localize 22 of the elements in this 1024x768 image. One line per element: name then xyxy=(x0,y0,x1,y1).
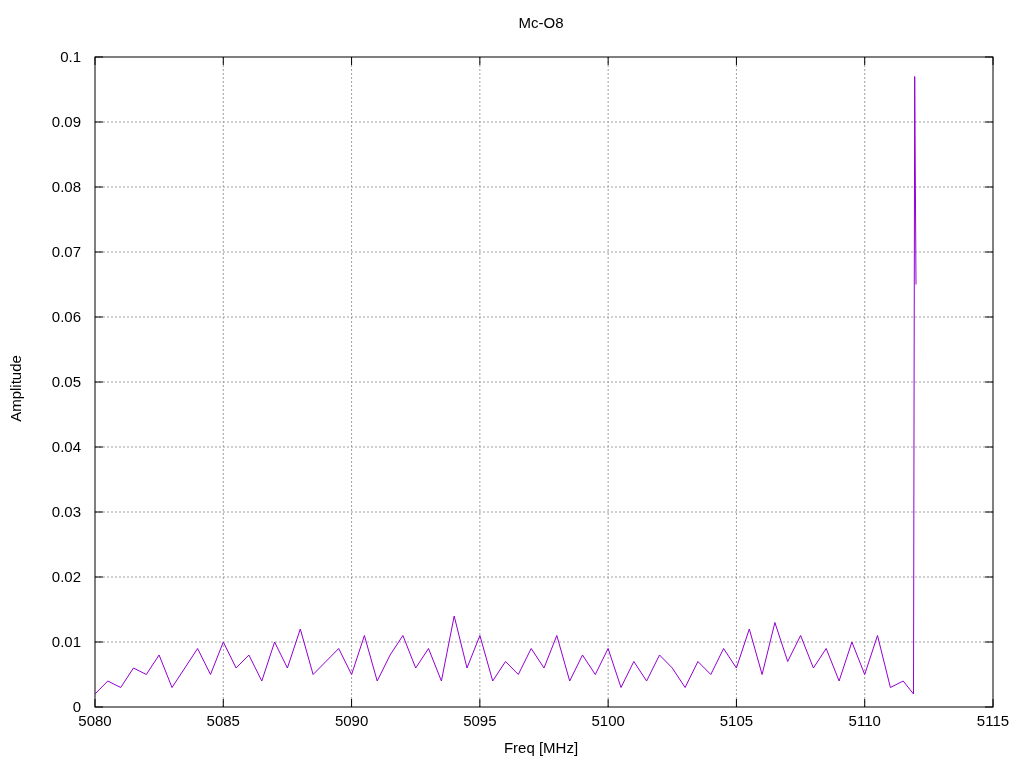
y-tick-label: 0.01 xyxy=(51,633,81,650)
y-tick-label: 0.05 xyxy=(51,373,81,390)
x-tick-label: 5090 xyxy=(334,712,369,729)
x-tick-label: 5095 xyxy=(463,712,497,729)
x-axis-label: Freq [MHz] xyxy=(502,737,580,758)
x-tick-label: 5105 xyxy=(719,712,754,729)
x-tick-label: 5100 xyxy=(591,712,625,729)
y-tick-label: 0.09 xyxy=(51,113,81,130)
y-tick-label: 0.1 xyxy=(60,48,81,65)
x-tick-label: 5080 xyxy=(78,712,112,729)
x-tick-label: 5110 xyxy=(848,712,881,729)
y-tick-label: 0.08 xyxy=(51,178,81,195)
y-tick-label: 0 xyxy=(72,698,81,715)
y-tick-label: 0.04 xyxy=(51,438,81,455)
y-tick-label: 0.02 xyxy=(51,568,81,585)
y-tick-label: 0.06 xyxy=(51,308,81,325)
x-tick-label: 5085 xyxy=(206,712,240,729)
y-tick-label: 0.07 xyxy=(51,243,81,260)
x-tick-label: 5115 xyxy=(976,712,1010,729)
y-axis-label: Amplitude xyxy=(6,354,24,422)
chart-title: Mc-O8 xyxy=(517,12,565,33)
y-tick-label: 0.03 xyxy=(51,503,81,520)
